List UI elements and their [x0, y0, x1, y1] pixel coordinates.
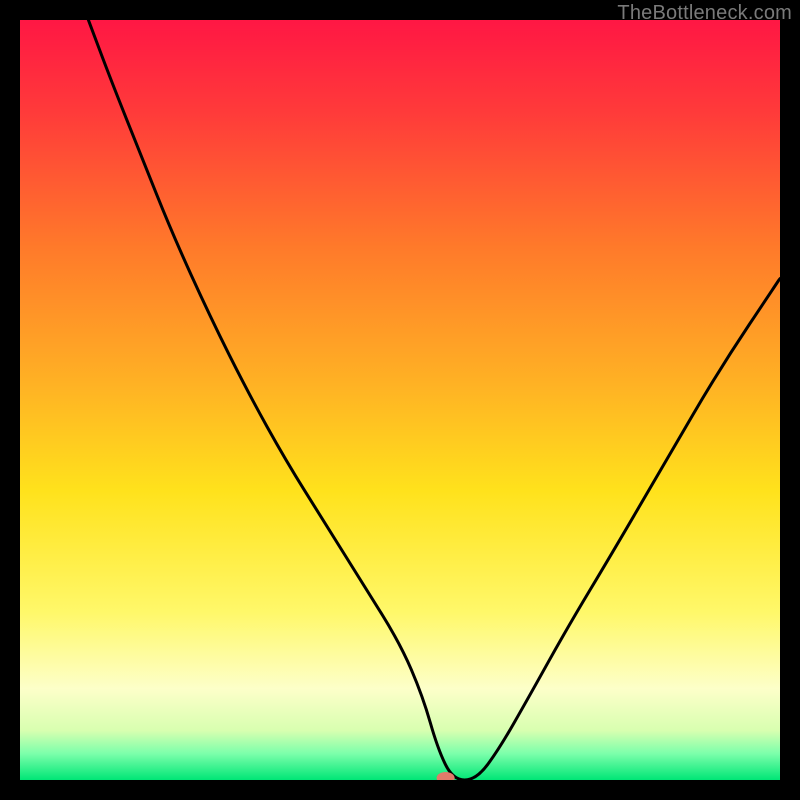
plot-svg [20, 20, 780, 780]
plot-area [20, 20, 780, 780]
chart-frame: TheBottleneck.com [0, 0, 800, 800]
watermark-text: TheBottleneck.com [617, 2, 792, 25]
